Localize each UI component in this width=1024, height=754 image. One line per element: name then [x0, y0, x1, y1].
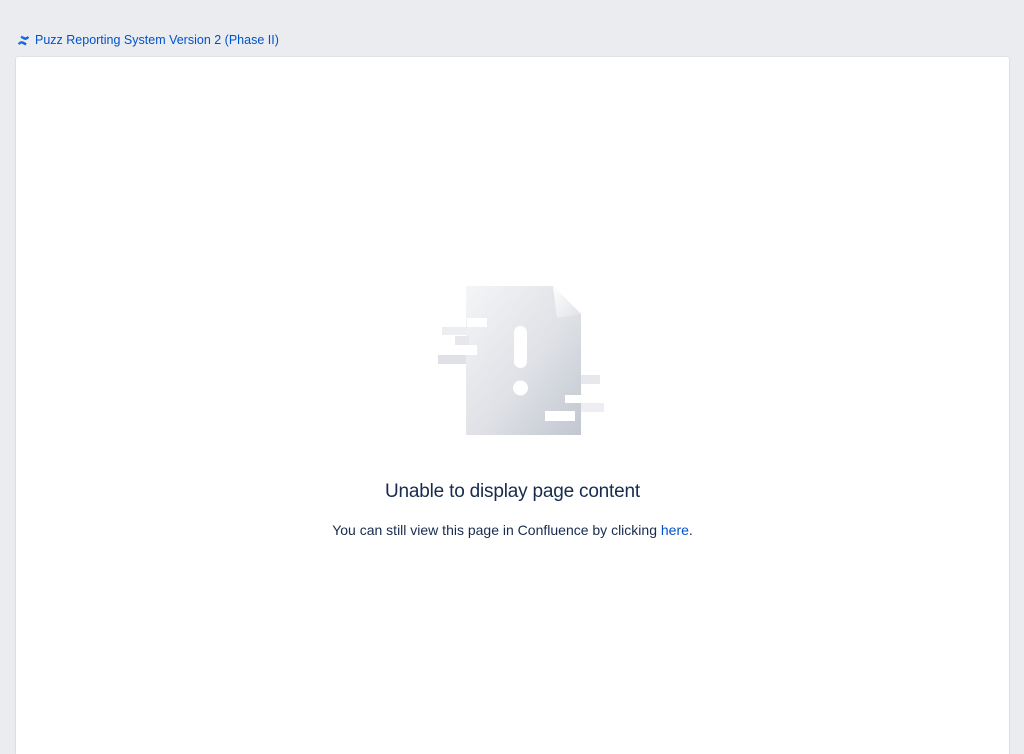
message-end: . — [688, 522, 693, 538]
confluence-logo-icon — [17, 35, 30, 45]
content-panel: Unable to display page content You can s… — [16, 57, 1009, 754]
error-message: You can still view this page in Confluen… — [16, 520, 1009, 540]
error-heading: Unable to display page content — [385, 481, 640, 502]
page-link-header[interactable]: Puzz Reporting System Version 2 (Phase I… — [17, 31, 279, 49]
page-title-link[interactable]: Puzz Reporting System Version 2 (Phase I… — [35, 31, 279, 49]
view-in-confluence-link[interactable]: here — [661, 522, 689, 538]
broken-page-warning-icon — [438, 286, 604, 435]
message-text: You can still view this page in Confluen… — [332, 522, 661, 538]
